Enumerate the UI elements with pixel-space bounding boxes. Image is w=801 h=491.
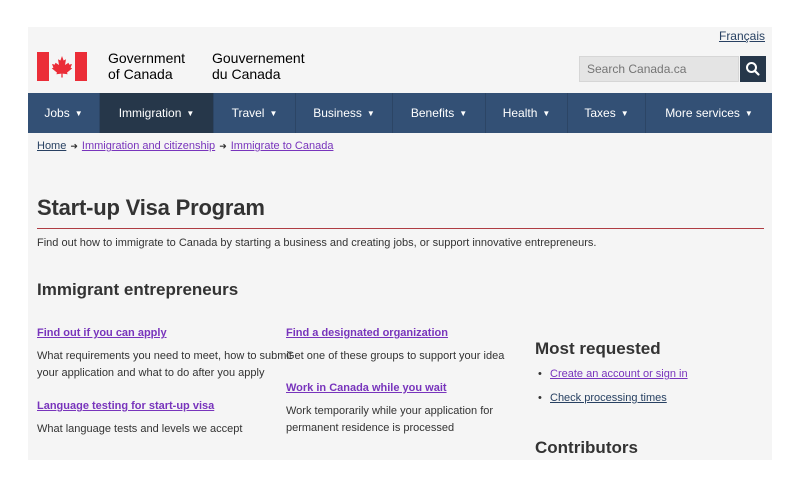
create-account-link[interactable]: Create an account or sign in: [550, 368, 688, 380]
service-description: What requirements you need to meet, how …: [37, 348, 292, 382]
search-input[interactable]: [579, 56, 739, 82]
menu-item-label: Taxes: [584, 106, 616, 120]
signature-fr-line1: Gouvernement: [212, 50, 305, 66]
signature-en-line2: of Canada: [108, 66, 173, 82]
chevron-down-icon: ▼: [620, 108, 629, 118]
signature-en-line1: Government: [108, 50, 186, 66]
chevron-down-icon: ▼: [186, 108, 195, 118]
title-divider: [37, 228, 764, 229]
menu-item-label: Immigration: [118, 106, 182, 120]
service-description: Get one of these groups to support your …: [286, 350, 505, 362]
breadcrumb-immigrate-to-canada[interactable]: Immigrate to Canada: [231, 140, 334, 152]
search-button[interactable]: [740, 56, 766, 82]
menu-item-label: Benefits: [410, 106, 455, 120]
chevron-down-icon: ▼: [366, 108, 375, 118]
service-description-line: your application and what to do after yo…: [37, 367, 265, 379]
chevron-down-icon: ▼: [459, 108, 468, 118]
find-designated-organization-link[interactable]: Find a designated organization: [286, 327, 448, 339]
breadcrumb-home[interactable]: Home: [37, 140, 66, 152]
menu-item-immigration[interactable]: Immigration ▼: [100, 93, 214, 133]
chevron-down-icon: ▼: [542, 108, 551, 118]
signature-fr-line2: du Canada: [212, 66, 281, 82]
menu-item-taxes[interactable]: Taxes ▼: [568, 93, 646, 133]
menu-item-label: More services: [665, 106, 740, 120]
service-description: What language tests and levels we accept: [37, 423, 243, 435]
work-in-canada-link[interactable]: Work in Canada while you wait: [286, 382, 447, 394]
contributors-heading: Contributors: [535, 438, 638, 457]
menu-item-business[interactable]: Business ▼: [296, 93, 393, 133]
menu-item-jobs[interactable]: Jobs ▼: [28, 93, 100, 133]
menu-item-benefits[interactable]: Benefits ▼: [393, 93, 486, 133]
main-menu: Jobs ▼ Immigration ▼ Travel ▼ Business ▼ Ben…: [28, 93, 772, 133]
chevron-down-icon: ▼: [269, 108, 278, 118]
chevron-down-icon: ▼: [744, 108, 753, 118]
search-icon: [746, 62, 760, 76]
arrow-right-icon: ➜: [219, 140, 227, 151]
service-description: Work temporarily while your application …: [286, 403, 493, 437]
page-intro: Find out how to immigrate to Canada by s…: [37, 237, 597, 249]
list-item: Check processing times: [538, 392, 688, 406]
menu-item-label: Travel: [231, 106, 265, 120]
page-frame: Français Government of Canada Gouverneme…: [28, 27, 772, 460]
page-title: Start-up Visa Program: [37, 195, 265, 220]
check-processing-times-link[interactable]: Check processing times: [550, 392, 667, 404]
most-requested-heading: Most requested: [535, 339, 661, 358]
government-of-canada-signature-en: Government of Canada: [108, 50, 185, 82]
canada-flag-logo: [37, 52, 87, 81]
list-item: Create an account or sign in: [538, 368, 688, 382]
menu-item-label: Health: [502, 106, 538, 120]
arrow-right-icon: ➜: [70, 140, 78, 151]
language-toggle-link[interactable]: Français: [719, 29, 765, 43]
language-testing-link[interactable]: Language testing for start-up visa: [37, 400, 214, 412]
government-of-canada-signature-fr: Gouvernement du Canada: [212, 50, 305, 82]
breadcrumb: Home ➜ Immigration and citizenship ➜ Imm…: [37, 140, 333, 152]
menu-item-travel[interactable]: Travel ▼: [214, 93, 296, 133]
menu-item-more-services[interactable]: More services ▼: [646, 93, 772, 133]
breadcrumb-immigration-citizenship[interactable]: Immigration and citizenship: [82, 140, 215, 152]
service-description-line: permanent residence is processed: [286, 422, 455, 434]
most-requested-list: Create an account or sign in Check proce…: [538, 368, 688, 416]
find-out-if-you-can-apply-link[interactable]: Find out if you can apply: [37, 327, 167, 339]
service-description-line: What requirements you need to meet, how …: [37, 350, 292, 362]
section-heading: Immigrant entrepreneurs: [37, 280, 239, 299]
service-description-line: Work temporarily while your application …: [286, 405, 494, 417]
menu-item-label: Jobs: [44, 106, 70, 120]
chevron-down-icon: ▼: [74, 108, 83, 118]
menu-item-health[interactable]: Health ▼: [486, 93, 568, 133]
menu-item-label: Business: [313, 106, 362, 120]
